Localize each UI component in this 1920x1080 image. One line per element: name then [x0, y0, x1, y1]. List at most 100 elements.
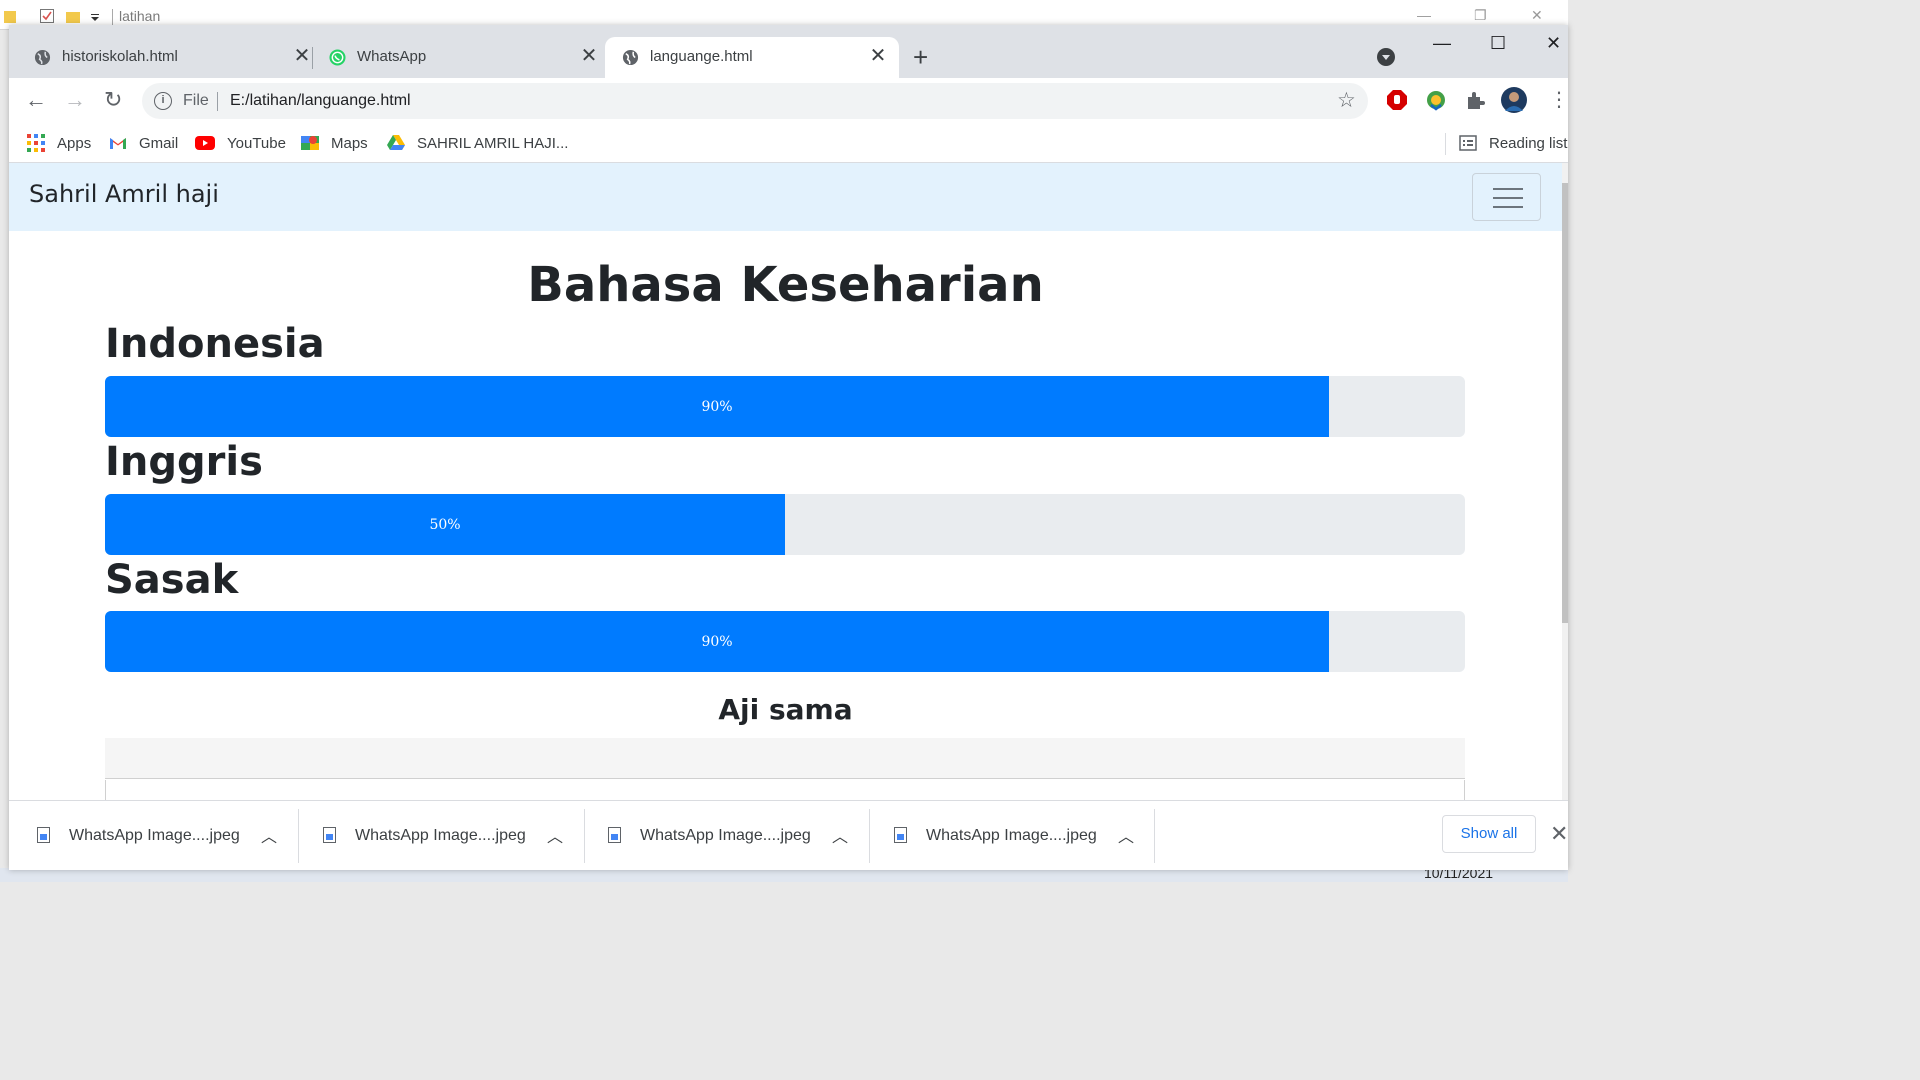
back-arrow-icon[interactable]: ←: [25, 88, 47, 112]
page-title: Bahasa Keseharian: [527, 257, 1044, 313]
hamburger-line: [1493, 206, 1523, 208]
profile-avatar[interactable]: [1501, 87, 1527, 113]
forward-arrow-icon[interactable]: →: [64, 88, 86, 112]
reading-list-label: Reading list: [1489, 134, 1568, 152]
download-divider: [1154, 809, 1155, 863]
taskbar: 10/11/2021: [0, 865, 1568, 882]
folder-icon: [4, 11, 16, 23]
table-header: [105, 738, 1465, 779]
new-tab-button[interactable]: +: [913, 44, 928, 70]
close-window-icon[interactable]: ✕: [1546, 33, 1561, 54]
minimize-icon[interactable]: —: [1433, 33, 1451, 54]
bookmark-label: Apps: [57, 134, 92, 152]
download-filename: WhatsApp Image....jpeg: [69, 827, 240, 844]
apps-grid-icon: [27, 134, 45, 152]
extensions-puzzle-icon[interactable]: [1464, 89, 1486, 111]
url-scheme: File: [183, 92, 209, 109]
progress-bar: 90%: [105, 611, 1465, 672]
navbar-brand[interactable]: Sahril Amril haji: [29, 180, 219, 208]
globe-icon: [34, 49, 51, 66]
address-bar[interactable]: i File E:/latihan/languange.html ☆: [142, 83, 1368, 119]
section-heading: Aji sama: [718, 693, 853, 726]
explorer-close-icon[interactable]: ✕: [1531, 7, 1543, 24]
bookmark-label: Maps: [331, 134, 368, 152]
more-menu-icon[interactable]: ⋮: [1549, 88, 1568, 112]
bookmark-drive[interactable]: SAHRIL AMRIL HAJI...: [387, 131, 568, 155]
download-filename: WhatsApp Image....jpeg: [926, 827, 1097, 844]
browser-toolbar: ← → ↻ i File E:/latihan/languange.html ☆…: [9, 78, 1568, 125]
download-filename: WhatsApp Image....jpeg: [355, 827, 526, 844]
download-item[interactable]: WhatsApp Image....jpeg ︿: [866, 801, 1152, 870]
whatsapp-icon: [329, 49, 346, 66]
download-shelf: WhatsApp Image....jpeg ︿ WhatsApp Image.…: [9, 800, 1568, 870]
language-label: Inggris: [105, 439, 263, 485]
chevron-up-icon[interactable]: ︿: [1118, 823, 1134, 847]
tab-label: historiskolah.html: [62, 48, 178, 65]
bookmark-star-icon[interactable]: ☆: [1337, 88, 1356, 113]
bookmark-label: YouTube: [227, 134, 286, 152]
image-file-icon: [37, 827, 50, 843]
show-all-button[interactable]: Show all: [1442, 815, 1536, 853]
tab-historiskolah[interactable]: historiskolah.html ✕: [17, 37, 310, 78]
tab-whatsapp[interactable]: WhatsApp ✕: [312, 37, 604, 78]
tab-label: WhatsApp: [357, 48, 427, 65]
url-text[interactable]: E:/latihan/languange.html: [230, 92, 411, 110]
bookmarks-divider: [1445, 133, 1446, 155]
progress-fill: 90%: [105, 611, 1329, 672]
new-folder-icon[interactable]: [66, 9, 80, 23]
bookmark-gmail[interactable]: Gmail: [109, 131, 178, 155]
explorer-restore-icon[interactable]: ❐: [1474, 7, 1487, 24]
bookmark-apps[interactable]: Apps: [27, 131, 91, 155]
bookmarks-bar: Apps Gmail YouTube Maps SAHRIL AMRIL HAJ…: [9, 125, 1568, 163]
idm-extension-icon[interactable]: [1425, 89, 1447, 111]
language-label: Sasak: [105, 557, 239, 603]
download-item[interactable]: WhatsApp Image....jpeg ︿: [295, 801, 581, 870]
scrollbar-thumb[interactable]: [1562, 183, 1568, 623]
tab-languange[interactable]: languange.html ✕: [605, 37, 899, 78]
explorer-title: latihan: [119, 8, 161, 24]
chevron-up-icon[interactable]: ︿: [261, 823, 277, 847]
close-tab-icon[interactable]: ✕: [291, 45, 313, 67]
download-item[interactable]: WhatsApp Image....jpeg ︿: [580, 801, 866, 870]
site-info-icon[interactable]: i: [154, 92, 172, 110]
navbar-toggler-button[interactable]: [1472, 173, 1541, 221]
table-row: [105, 780, 1465, 800]
close-tab-icon[interactable]: ✕: [867, 45, 889, 67]
bookmark-label: Gmail: [139, 134, 179, 152]
hamburger-line: [1493, 197, 1523, 199]
browser-window: historiskolah.html ✕ WhatsApp ✕ languang…: [9, 25, 1568, 870]
download-item[interactable]: WhatsApp Image....jpeg ︿: [9, 801, 295, 870]
chevron-up-icon[interactable]: ︿: [547, 823, 563, 847]
tab-strip: historiskolah.html ✕ WhatsApp ✕ languang…: [9, 25, 1568, 78]
bookmark-label: SAHRIL AMRIL HAJI...: [417, 134, 569, 152]
bookmark-youtube[interactable]: YouTube: [195, 131, 286, 155]
chevron-up-icon[interactable]: ︿: [832, 823, 848, 847]
progress-bar: 50%: [105, 494, 1465, 555]
page-scrollbar[interactable]: [1562, 163, 1568, 800]
explorer-minimize-icon[interactable]: —: [1417, 7, 1431, 23]
tab-search-icon[interactable]: [1377, 48, 1395, 66]
progress-fill: 90%: [105, 376, 1329, 437]
google-drive-icon: [387, 135, 405, 150]
globe-icon: [622, 49, 639, 66]
maps-icon: [301, 136, 319, 150]
close-shelf-icon[interactable]: ✕: [1550, 821, 1568, 847]
gmail-icon: [110, 138, 126, 149]
image-file-icon: [323, 827, 336, 843]
reading-list-button[interactable]: Reading list: [1459, 131, 1567, 155]
reload-icon[interactable]: ↻: [104, 88, 122, 112]
download-filename: WhatsApp Image....jpeg: [640, 827, 811, 844]
language-label: Indonesia: [105, 321, 325, 367]
customize-dropdown-icon[interactable]: [90, 9, 100, 23]
site-navbar: Sahril Amril haji: [9, 163, 1562, 231]
properties-icon[interactable]: [40, 9, 54, 23]
reading-list-icon: [1459, 135, 1477, 151]
hamburger-line: [1493, 188, 1523, 190]
bookmark-maps[interactable]: Maps: [301, 131, 368, 155]
youtube-icon: [195, 136, 215, 150]
page-content: Sahril Amril haji Bahasa Keseharian Indo…: [9, 163, 1562, 800]
close-tab-icon[interactable]: ✕: [578, 45, 600, 67]
adblock-extension-icon[interactable]: [1386, 89, 1408, 111]
omnibox-divider: [217, 92, 218, 111]
maximize-icon[interactable]: ☐: [1490, 33, 1506, 54]
